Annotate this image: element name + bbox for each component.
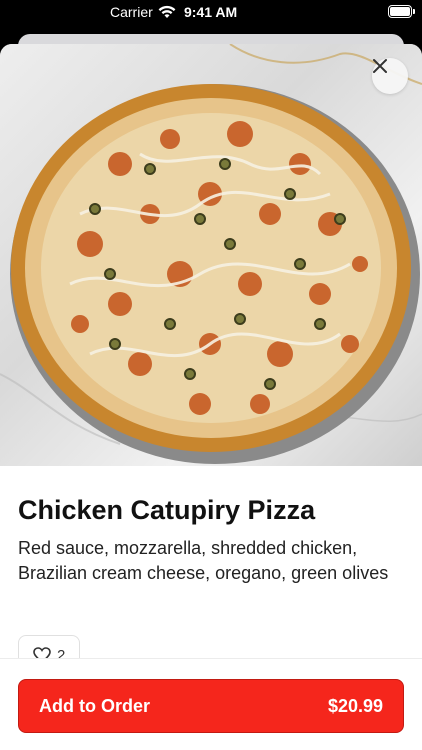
carrier-label: Carrier: [110, 4, 153, 20]
close-button[interactable]: [372, 58, 408, 94]
pizza-photo: [0, 44, 422, 466]
battery-icon: [388, 5, 415, 18]
clock-time: 9:41 AM: [184, 4, 238, 20]
add-to-order-button[interactable]: Add to Order $20.99: [18, 679, 404, 733]
order-footer: Add to Order $20.99: [0, 658, 422, 750]
status-bar: Carrier 9:41 AM: [0, 0, 422, 26]
order-button-label: Add to Order: [39, 695, 150, 716]
wifi-icon: [158, 5, 176, 22]
close-icon: [373, 59, 387, 73]
item-title: Chicken Catupiry Pizza: [18, 495, 316, 525]
item-description: Red sauce, mozzarella, shredded chicken,…: [18, 538, 389, 583]
order-price: $20.99: [327, 695, 383, 716]
pizza-illustration: [0, 44, 422, 464]
item-detail-sheet: Chicken Catupiry Pizza Red sauce, mozzar…: [0, 44, 422, 750]
